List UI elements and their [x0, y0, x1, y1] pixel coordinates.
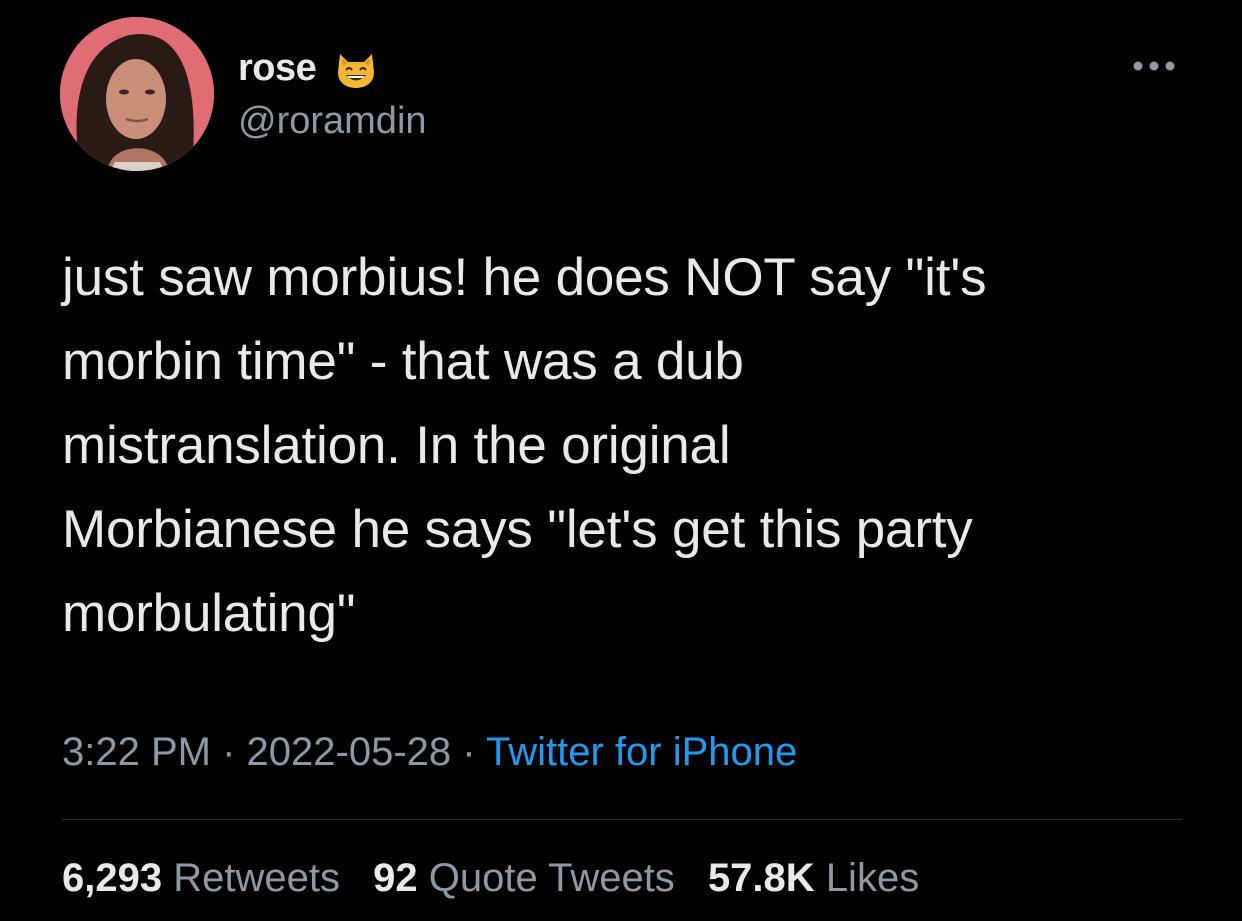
quote-tweets-label: Quote Tweets [428, 856, 675, 900]
divider [62, 819, 1182, 820]
retweets-count: 6,293 [62, 856, 163, 900]
avatar[interactable] [60, 17, 214, 171]
retweets-label: Retweets [173, 856, 340, 900]
display-name-row[interactable]: rose [238, 46, 378, 90]
tweet-time[interactable]: 3:22 PM [62, 730, 211, 774]
more-options-icon[interactable] [1128, 56, 1180, 76]
tweet-meta: 3:22 PM · 2022-05-28 · Twitter for iPhon… [62, 730, 797, 775]
quote-tweets-stat[interactable]: 92 Quote Tweets [373, 856, 697, 900]
meta-separator: · [462, 730, 476, 774]
tweet-text-line: Morbianese he says "let's get this party [62, 500, 973, 559]
retweets-stat[interactable]: 6,293 Retweets [62, 856, 362, 900]
tweet-stats: 6,293 Retweets 92 Quote Tweets 57.8K Lik… [62, 856, 941, 901]
user-handle[interactable]: @roramdin [238, 100, 427, 143]
grinning-cat-emoji-icon [338, 54, 375, 88]
avatar-image [60, 17, 214, 171]
tweet-text-line: morbulating" [62, 584, 356, 643]
tweet-text-line: morbin time" - that was a dub [62, 332, 744, 391]
likes-label: Likes [825, 856, 920, 900]
tweet-date[interactable]: 2022-05-28 [247, 730, 452, 774]
likes-count: 57.8K [707, 856, 815, 900]
tweet-source-link[interactable]: Twitter for iPhone [486, 730, 797, 774]
meta-separator: · [222, 730, 236, 774]
likes-stat[interactable]: 57.8K Likes [708, 856, 941, 900]
quote-tweets-count: 92 [373, 856, 418, 900]
tweet-text-line: just saw morbius! he does NOT say "it's [62, 248, 987, 307]
tweet-text-line: mistranslation. In the original [62, 416, 731, 475]
display-name[interactable]: rose [238, 47, 317, 90]
tweet-text: just saw morbius! he does NOT say "it's … [62, 236, 1192, 656]
tweet-card: rose @roramdin just saw morbius! he does… [0, 0, 1242, 921]
